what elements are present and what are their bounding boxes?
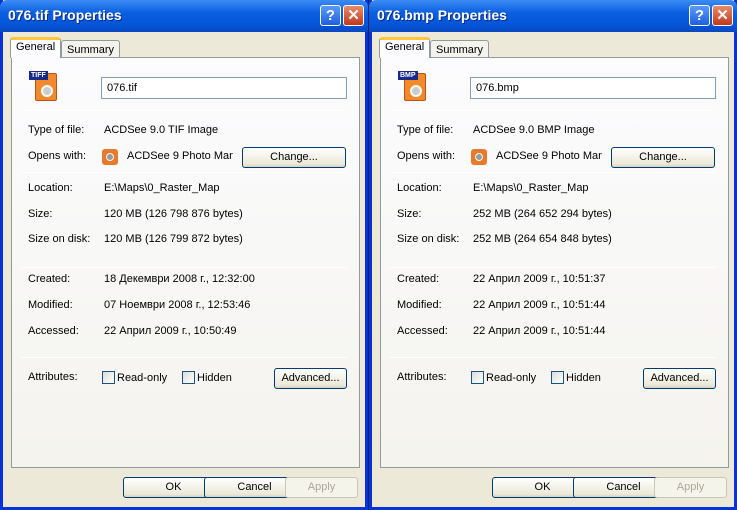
close-button[interactable]: ✕ [712,5,733,26]
accessed-value: 22 Април 2009 г., 10:50:49 [104,325,237,337]
readonly-label[interactable]: Read-only [486,372,536,384]
general-panel: BMP 076.bmp Opens with: ACDSee 9 Photo M… [380,57,729,468]
divider [21,357,347,358]
file-type-badge: TIFF [29,71,48,80]
hidden-checkbox[interactable] [182,371,195,384]
opens-with-label: Opens with: [28,150,87,162]
accessed-value: 22 Април 2009 г., 10:51:44 [473,325,606,337]
properties-dialog: 076.bmp Properties ? ✕ General Summary B… [369,0,737,510]
tab-general[interactable]: General [379,37,431,58]
apply-button: Apply [285,477,358,498]
location-label: Location: [28,182,73,194]
file-type-icon: TIFF [29,71,61,103]
change-button[interactable]: Change... [611,147,715,168]
readonly-checkbox[interactable] [102,371,115,384]
divider [21,110,347,111]
size-label: Size: [28,208,53,220]
modified-value: 22 Април 2009 г., 10:51:44 [473,299,606,311]
opens-with-value: ACDSee 9 Photo Mana [127,150,233,162]
size-on-disk-label: Size on disk: [28,233,91,245]
location-value: E:\Maps\0_Raster_Map [473,182,589,194]
attributes-label: Attributes: [397,371,447,383]
accessed-label: Accessed: [397,325,448,337]
change-button[interactable]: Change... [242,147,346,168]
accessed-label: Accessed: [28,325,79,337]
size-on-disk-label: Size on disk: [397,233,460,245]
dialog-title: 076.bmp Properties [377,7,507,23]
modified-value: 07 Ноември 2008 г., 12:53:46 [104,299,251,311]
apply-button: Apply [654,477,727,498]
hidden-label[interactable]: Hidden [566,372,601,384]
tab-general[interactable]: General [10,37,62,58]
title-bar[interactable]: 076.bmp Properties ? ✕ [369,0,737,32]
filename-input[interactable]: 076.tif [101,77,347,99]
help-button[interactable]: ? [689,5,710,26]
divider [390,110,716,111]
divider [390,357,716,358]
size-on-disk-value: 252 MB (264 654 848 bytes) [473,233,612,245]
file-type-icon: BMP [398,71,430,103]
close-button[interactable]: ✕ [343,5,364,26]
created-value: 22 Април 2009 г., 10:51:37 [473,273,606,285]
location-value: E:\Maps\0_Raster_Map [104,182,220,194]
modified-label: Modified: [28,299,73,311]
advanced-button[interactable]: Advanced... [274,368,347,389]
type-label: Type of file: [28,124,85,136]
advanced-button[interactable]: Advanced... [643,368,716,389]
hidden-checkbox[interactable] [551,371,564,384]
created-label: Created: [28,273,71,285]
readonly-checkbox[interactable] [471,371,484,384]
dialog-title: 076.tif Properties [8,7,122,23]
opens-with-label: Opens with: [397,150,456,162]
location-label: Location: [397,182,442,194]
acdsee-app-icon [471,149,487,165]
title-bar[interactable]: 076.tif Properties ? ✕ [0,0,368,32]
size-value: 120 MB (126 798 876 bytes) [104,208,243,220]
properties-dialog: 076.tif Properties ? ✕ General Summary T… [0,0,368,510]
modified-label: Modified: [397,299,442,311]
type-label: Type of file: [397,124,454,136]
divider [21,267,347,268]
created-value: 18 Декември 2008 г., 12:32:00 [104,273,255,285]
size-on-disk-value: 120 MB (126 799 872 bytes) [104,233,243,245]
filename-input[interactable]: 076.bmp [470,77,716,99]
help-button[interactable]: ? [320,5,341,26]
divider [390,172,716,173]
size-label: Size: [397,208,422,220]
divider [390,267,716,268]
created-label: Created: [397,273,440,285]
file-type-badge: BMP [398,71,418,80]
type-value: ACDSee 9.0 BMP Image [473,124,595,136]
readonly-label[interactable]: Read-only [117,372,167,384]
general-panel: TIFF 076.tif Opens with: ACDSee 9 Photo … [11,57,360,468]
type-value: ACDSee 9.0 TIF Image [104,124,219,136]
opens-with-value: ACDSee 9 Photo Mana [496,150,602,162]
size-value: 252 MB (264 652 294 bytes) [473,208,612,220]
divider [21,172,347,173]
acdsee-app-icon [102,149,118,165]
hidden-label[interactable]: Hidden [197,372,232,384]
attributes-label: Attributes: [28,371,78,383]
